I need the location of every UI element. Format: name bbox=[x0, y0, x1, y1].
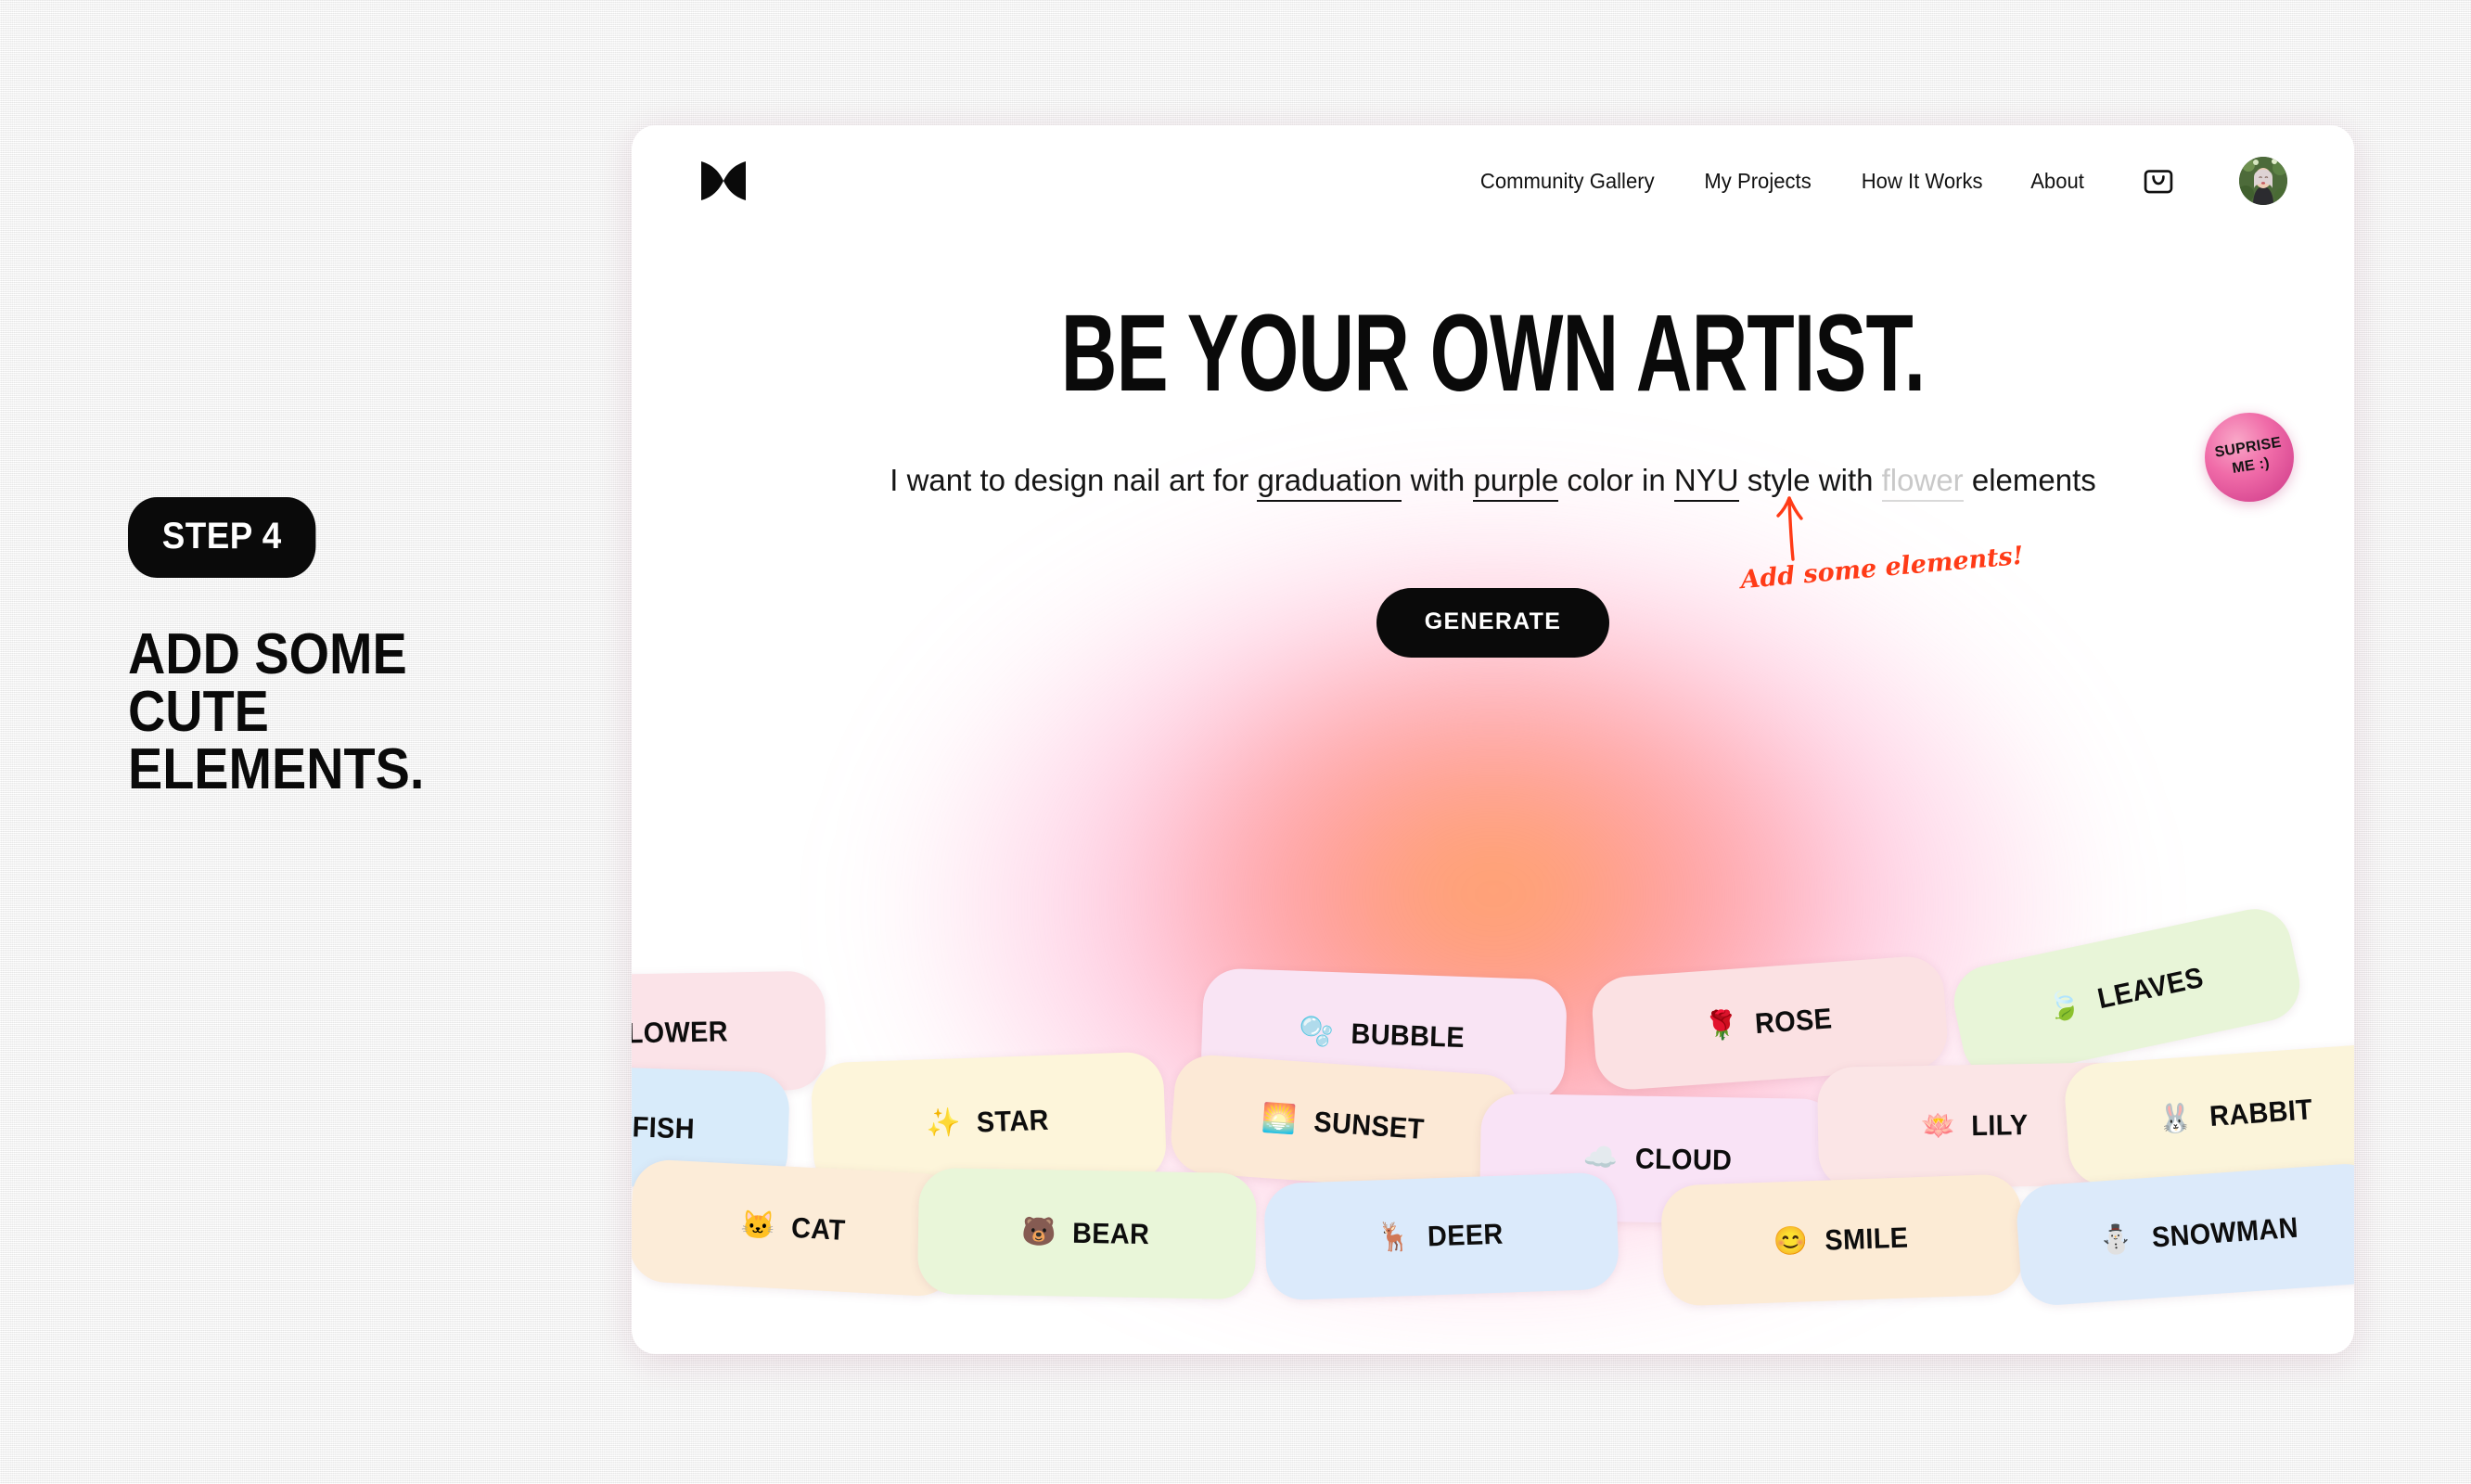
element-chip-label: SMILE bbox=[1824, 1221, 1909, 1257]
step-badge: STEP 4 bbox=[128, 497, 316, 578]
element-chip-label: JELLYFISH bbox=[632, 1107, 696, 1145]
element-chip-label: SNOWMAN bbox=[2150, 1210, 2299, 1254]
element-chip-snowman[interactable]: ⛄ SNOWMAN bbox=[2014, 1161, 2354, 1308]
element-chip-label: CLOUD bbox=[1634, 1142, 1733, 1177]
element-chip-label: DEER bbox=[1427, 1217, 1504, 1253]
element-chip-label: LEAVES bbox=[2094, 961, 2207, 1016]
slot-occasion[interactable]: graduation bbox=[1257, 463, 1402, 502]
prompt-text-2: with bbox=[1402, 463, 1474, 497]
element-chip-label: SUNSET bbox=[1312, 1105, 1426, 1145]
element-chip-emoji: 🍃 bbox=[2043, 987, 2085, 1025]
prompt-text-4: style with bbox=[1738, 463, 1882, 497]
element-chip-bear[interactable]: 🐻 BEAR bbox=[916, 1167, 1258, 1300]
slot-element[interactable]: flower bbox=[1881, 463, 1964, 502]
prompt-text-1: I want to design nail art for bbox=[890, 463, 1258, 497]
prompt-text-3: color in bbox=[1558, 463, 1674, 497]
element-chip-emoji: 🫧 bbox=[1298, 1016, 1335, 1049]
element-chip-emoji: 🌹 bbox=[1703, 1009, 1741, 1043]
element-chip-label: FLOWER bbox=[632, 1015, 728, 1050]
page-background: STEP 4 ADD SOME CUTE ELEMENTS. Community… bbox=[0, 0, 2471, 1484]
element-chip-emoji: ☁️ bbox=[1582, 1142, 1620, 1174]
element-chip-cat[interactable]: 🐱 CAT bbox=[632, 1158, 961, 1298]
element-chip-label: LILY bbox=[1970, 1108, 2029, 1143]
suprise-me-label: SUPRISE ME :) bbox=[2213, 435, 2283, 477]
element-chip-label: STAR bbox=[976, 1103, 1050, 1139]
element-chip-emoji: 🌅 bbox=[1261, 1102, 1299, 1136]
element-chip-label: ROSE bbox=[1754, 1002, 1834, 1041]
prompt-sentence: I want to design nail art for graduation… bbox=[632, 461, 2354, 502]
suprise-me-button[interactable]: SUPRISE ME :) bbox=[2205, 413, 2294, 502]
element-chip-deer[interactable]: 🦌 DEER bbox=[1262, 1171, 1620, 1301]
element-chip-smile[interactable]: 😊 SMILE bbox=[1659, 1173, 2025, 1307]
element-chip-emoji: ⛄ bbox=[2097, 1223, 2135, 1257]
element-chip-emoji: ✨ bbox=[925, 1107, 962, 1140]
element-chip-emoji: 🐰 bbox=[2157, 1102, 2195, 1135]
element-chip-label: RABBIT bbox=[2209, 1093, 2314, 1133]
instruction-panel: STEP 4 ADD SOME CUTE ELEMENTS. bbox=[128, 497, 564, 799]
element-chip-emoji: 🐱 bbox=[740, 1209, 777, 1242]
element-chip-emoji: 🦌 bbox=[1376, 1222, 1413, 1254]
page-title: BE YOUR OWN ARTIST. bbox=[1060, 291, 1926, 416]
element-chip-label: BUBBLE bbox=[1351, 1017, 1466, 1055]
step-heading: ADD SOME CUTE ELEMENTS. bbox=[128, 622, 425, 801]
element-chip-label: BEAR bbox=[1071, 1216, 1150, 1251]
generate-button[interactable]: GENERATE bbox=[1376, 588, 1610, 659]
element-chip-emoji: 😊 bbox=[1773, 1225, 1810, 1258]
app-window: Community Gallery My Projects How It Wor… bbox=[632, 125, 2354, 1354]
element-chip-label: CAT bbox=[789, 1210, 846, 1247]
hero-section: BE YOUR OWN ARTIST. I want to design nai… bbox=[632, 125, 2354, 659]
element-chip-emoji: 🐻 bbox=[1021, 1216, 1057, 1248]
slot-style[interactable]: NYU bbox=[1673, 463, 1739, 502]
element-chip-emoji: 🪷 bbox=[1920, 1110, 1957, 1143]
slot-color[interactable]: purple bbox=[1473, 463, 1559, 502]
prompt-text-5: elements bbox=[1963, 463, 2096, 497]
